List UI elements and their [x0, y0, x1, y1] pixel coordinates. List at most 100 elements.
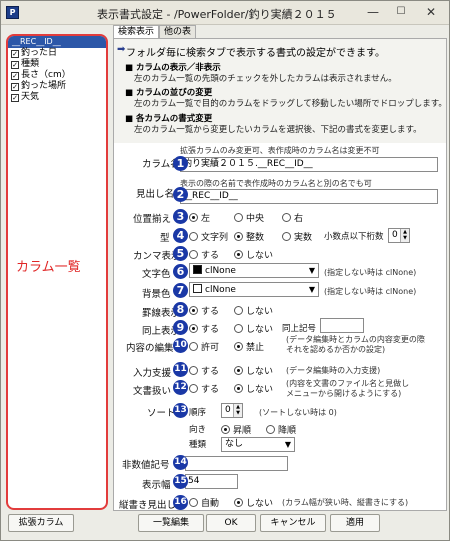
option-label: 昇順	[233, 426, 252, 436]
chevron-down-icon: ▼	[308, 285, 315, 294]
column-item[interactable]: ✓ 釣った日	[8, 48, 106, 59]
vertical-hint: (カラム幅が狭い時、縦書きにする)	[282, 498, 409, 507]
edit-label: 内容の編集	[126, 343, 174, 354]
column-item[interactable]: ✓ 長さ（cm）	[8, 70, 106, 81]
vertical-off-radio[interactable]: しない	[234, 496, 273, 509]
type-int-radio[interactable]: 整数	[234, 230, 264, 243]
sort-kind-select[interactable]: なし ▼	[221, 437, 295, 452]
decimals-label: 小数点以下桁数	[324, 232, 384, 242]
radio-on-icon	[234, 366, 243, 375]
radio-off-icon	[189, 384, 198, 393]
sort-label: ソート	[147, 408, 176, 419]
option-label: しない	[246, 385, 274, 395]
tab-other-tables[interactable]: 他の表	[159, 25, 197, 38]
colname-field[interactable]: 釣り実績２０１５.__REC__ID__	[180, 157, 438, 172]
checkbox-icon[interactable]: ✓	[11, 94, 19, 102]
nonnum-field[interactable]	[185, 456, 288, 471]
step-badge: 6	[173, 264, 188, 279]
gridline-off-radio[interactable]: しない	[234, 304, 273, 317]
align-left-radio[interactable]: 左	[189, 211, 210, 224]
app-icon[interactable]: P	[6, 6, 19, 19]
width-field[interactable]: 54	[185, 474, 238, 489]
doc-hint: (内容を文書のファイル名と見做し メニューから開けるようにする)	[286, 379, 410, 398]
ok-button[interactable]: OK	[206, 514, 256, 532]
radio-on-icon	[189, 213, 198, 222]
column-item-label: 長さ（cm）	[21, 70, 71, 80]
color-swatch	[193, 284, 202, 293]
width-label: 表示幅	[142, 480, 171, 491]
maximize-button[interactable]: ☐	[388, 3, 414, 21]
minimize-button[interactable]: —	[360, 3, 386, 21]
sort-desc-radio[interactable]: 降順	[266, 423, 296, 436]
window-title: 表示書式設定 - /PowerFolder/釣り実績２０１５	[97, 8, 337, 21]
radio-off-icon	[189, 342, 198, 351]
decimals-spinner[interactable]: 0 ▲ ▼	[388, 228, 410, 243]
type-real-radio[interactable]: 実数	[282, 230, 312, 243]
radio-off-icon	[266, 425, 275, 434]
nonnum-label: 非数値記号	[122, 460, 170, 471]
step-badge: 11	[173, 362, 188, 377]
title-bar[interactable]: P 表示書式設定 - /PowerFolder/釣り実績２０１５ — ☐ ✕	[1, 1, 449, 25]
vertical-label: 縦書き見出し	[119, 500, 177, 511]
checkbox-icon[interactable]: ✓	[11, 50, 19, 58]
step-badge: 5	[173, 246, 188, 261]
radio-off-icon	[189, 366, 198, 375]
option-label: 降順	[278, 426, 297, 436]
sort-order-spinner[interactable]: 0 ▲ ▼	[221, 403, 243, 418]
close-button[interactable]: ✕	[416, 3, 446, 21]
column-item[interactable]: ✓ 釣った場所	[8, 81, 106, 92]
apply-button[interactable]: 適用	[330, 514, 380, 532]
heading-field[interactable]: __REC__ID__	[180, 189, 438, 204]
fgcolor-hint: (指定しない時は clNone)	[324, 268, 417, 277]
edit-allow-radio[interactable]: 許可	[189, 340, 219, 353]
input-off-radio[interactable]: しない	[234, 364, 273, 377]
radio-off-icon	[234, 324, 243, 333]
input-on-radio[interactable]: する	[189, 364, 219, 377]
option-label: 中央	[246, 214, 265, 224]
tab-search-display[interactable]: 検索表示	[113, 25, 160, 39]
option-label: 文字列	[201, 233, 229, 243]
comma-on-radio[interactable]: する	[189, 248, 219, 261]
step-badge: 3	[173, 209, 188, 224]
cancel-button[interactable]: キャンセル	[260, 514, 326, 532]
radio-on-icon	[221, 425, 230, 434]
info-heading: フォルダ毎に検索タブで表示する書式の設定ができます。	[126, 48, 385, 59]
sameval-mark-field[interactable]	[320, 318, 364, 333]
bgcolor-label: 背景色	[142, 289, 171, 300]
vertical-auto-radio[interactable]: 自動	[189, 496, 219, 509]
sort-asc-radio[interactable]: 昇順	[221, 423, 251, 436]
fgcolor-label: 文字色	[142, 269, 171, 280]
edit-deny-radio[interactable]: 禁止	[234, 340, 264, 353]
bulk-edit-button[interactable]: 一覧編集	[138, 514, 204, 532]
option-label: 左	[201, 214, 211, 224]
ext-column-button[interactable]: 拡張カラム	[8, 514, 74, 532]
checkbox-icon[interactable]: ✓	[11, 61, 19, 69]
option-label: する	[201, 385, 220, 395]
sort-dir-label: 向き	[189, 425, 207, 435]
align-right-radio[interactable]: 右	[282, 211, 303, 224]
option-label: する	[201, 307, 220, 317]
type-string-radio[interactable]: 文字列	[189, 230, 228, 243]
column-item-label: 天気	[21, 92, 40, 102]
fgcolor-select[interactable]: clNone ▼	[189, 263, 319, 278]
sameval-off-radio[interactable]: しない	[234, 322, 273, 335]
bgcolor-select[interactable]: clNone ▼	[189, 282, 319, 297]
step-badge: 10	[173, 338, 188, 353]
spin-arrows-icon[interactable]: ▲ ▼	[233, 404, 242, 417]
doc-off-radio[interactable]: しない	[234, 382, 273, 395]
column-item[interactable]: ✓ 天気	[8, 92, 106, 103]
comma-off-radio[interactable]: しない	[234, 248, 273, 261]
doc-on-radio[interactable]: する	[189, 382, 219, 395]
spin-arrows-icon[interactable]: ▲ ▼	[400, 229, 409, 242]
align-center-radio[interactable]: 中央	[234, 211, 264, 224]
type-label: 型	[160, 233, 170, 244]
input-hint: (データ編集時の入力支援)	[286, 366, 381, 375]
checkbox-icon[interactable]: ✓	[11, 72, 19, 80]
radio-on-icon	[234, 342, 243, 351]
column-item[interactable]: ✓ 種類	[8, 59, 106, 70]
checkbox-icon[interactable]: ✓	[11, 83, 19, 91]
sameval-on-radio[interactable]: する	[189, 322, 219, 335]
column-list-annotation: カラム一覧	[16, 260, 81, 275]
column-list-header[interactable]: __REC__ID__	[8, 36, 106, 48]
gridline-on-radio[interactable]: する	[189, 304, 219, 317]
